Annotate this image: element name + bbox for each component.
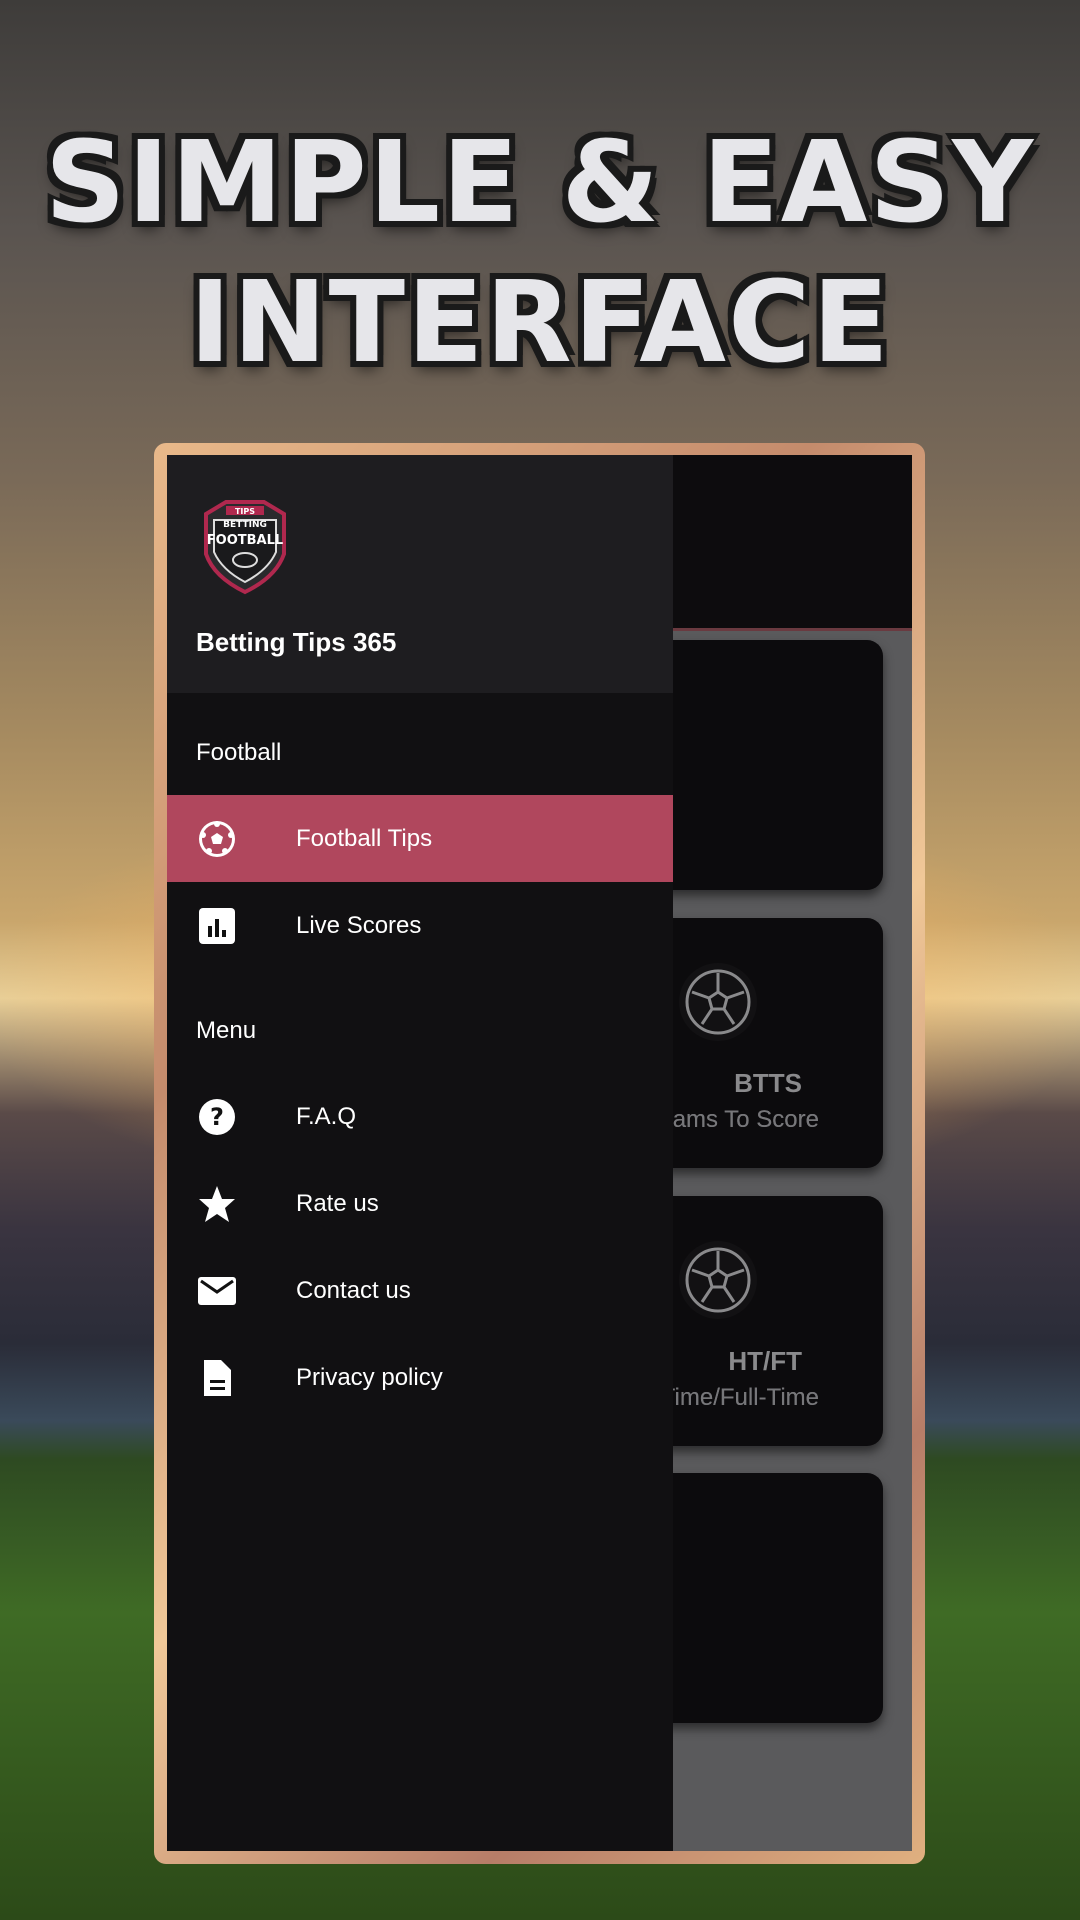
headline-line-1: SIMPLE & EASY bbox=[43, 116, 1036, 250]
tip-card-htft[interactable]: HT/FT Half-Time/Full-Time ime/Full-Time bbox=[610, 1196, 883, 1446]
app-title: Betting Tips 365 bbox=[196, 627, 397, 657]
drawer-item-label: Rate us bbox=[296, 1190, 379, 1217]
drawer-item-label: Live Scores bbox=[296, 912, 422, 939]
drawer-item-label: Contact us bbox=[296, 1277, 411, 1304]
drawer-item-contact-us[interactable]: Contact us bbox=[167, 1247, 673, 1334]
phone-frame: BTTS Both Teams To Score eams To Score H… bbox=[154, 443, 925, 1864]
svg-text:FOOTBALL: FOOTBALL bbox=[207, 533, 283, 548]
drawer-item-faq[interactable]: ? F.A.Q bbox=[167, 1073, 673, 1160]
drawer-item-live-scores[interactable]: Live Scores bbox=[167, 882, 673, 969]
bar-chart-icon bbox=[197, 906, 237, 946]
section-header-menu: Menu bbox=[196, 1017, 257, 1044]
document-icon bbox=[197, 1358, 237, 1398]
svg-text:?: ? bbox=[210, 1103, 224, 1131]
drawer-item-privacy-policy[interactable]: Privacy policy bbox=[167, 1334, 673, 1421]
drawer-item-rate-us[interactable]: Rate us bbox=[167, 1160, 673, 1247]
soccer-ball-icon bbox=[679, 963, 757, 1041]
section-header-football: Football bbox=[196, 739, 282, 766]
mail-icon bbox=[197, 1271, 237, 1311]
svg-text:BETTING: BETTING bbox=[223, 520, 267, 530]
card-subtitle-visible: eams To Score bbox=[659, 1106, 819, 1133]
drawer-item-football-tips[interactable]: Football Tips bbox=[167, 795, 673, 882]
headline-line-2: INTERFACE bbox=[187, 256, 891, 390]
drawer-header: TIPS BETTING FOOTBALL Betting Tips 365 bbox=[167, 455, 673, 693]
soccer-ball-icon bbox=[679, 1241, 757, 1319]
app-screen: BTTS Both Teams To Score eams To Score H… bbox=[167, 455, 912, 1851]
drawer-item-label: F.A.Q bbox=[296, 1103, 357, 1130]
drawer-item-label: Privacy policy bbox=[296, 1364, 443, 1391]
card-subtitle-visible: ime/Full-Time bbox=[674, 1384, 819, 1411]
star-icon bbox=[197, 1184, 237, 1224]
svg-text:TIPS: TIPS bbox=[235, 507, 255, 516]
help-circle-icon: ? bbox=[197, 1097, 237, 1137]
app-logo: TIPS BETTING FOOTBALL bbox=[196, 492, 294, 595]
tip-card[interactable] bbox=[647, 1473, 883, 1723]
navigation-drawer: TIPS BETTING FOOTBALL Betting Tips 365 F… bbox=[167, 455, 673, 1851]
soccer-ball-icon bbox=[197, 819, 237, 859]
tip-card-btts[interactable]: BTTS Both Teams To Score eams To Score bbox=[592, 918, 883, 1168]
tip-card[interactable] bbox=[647, 640, 883, 890]
drawer-item-label: Football Tips bbox=[296, 825, 433, 852]
